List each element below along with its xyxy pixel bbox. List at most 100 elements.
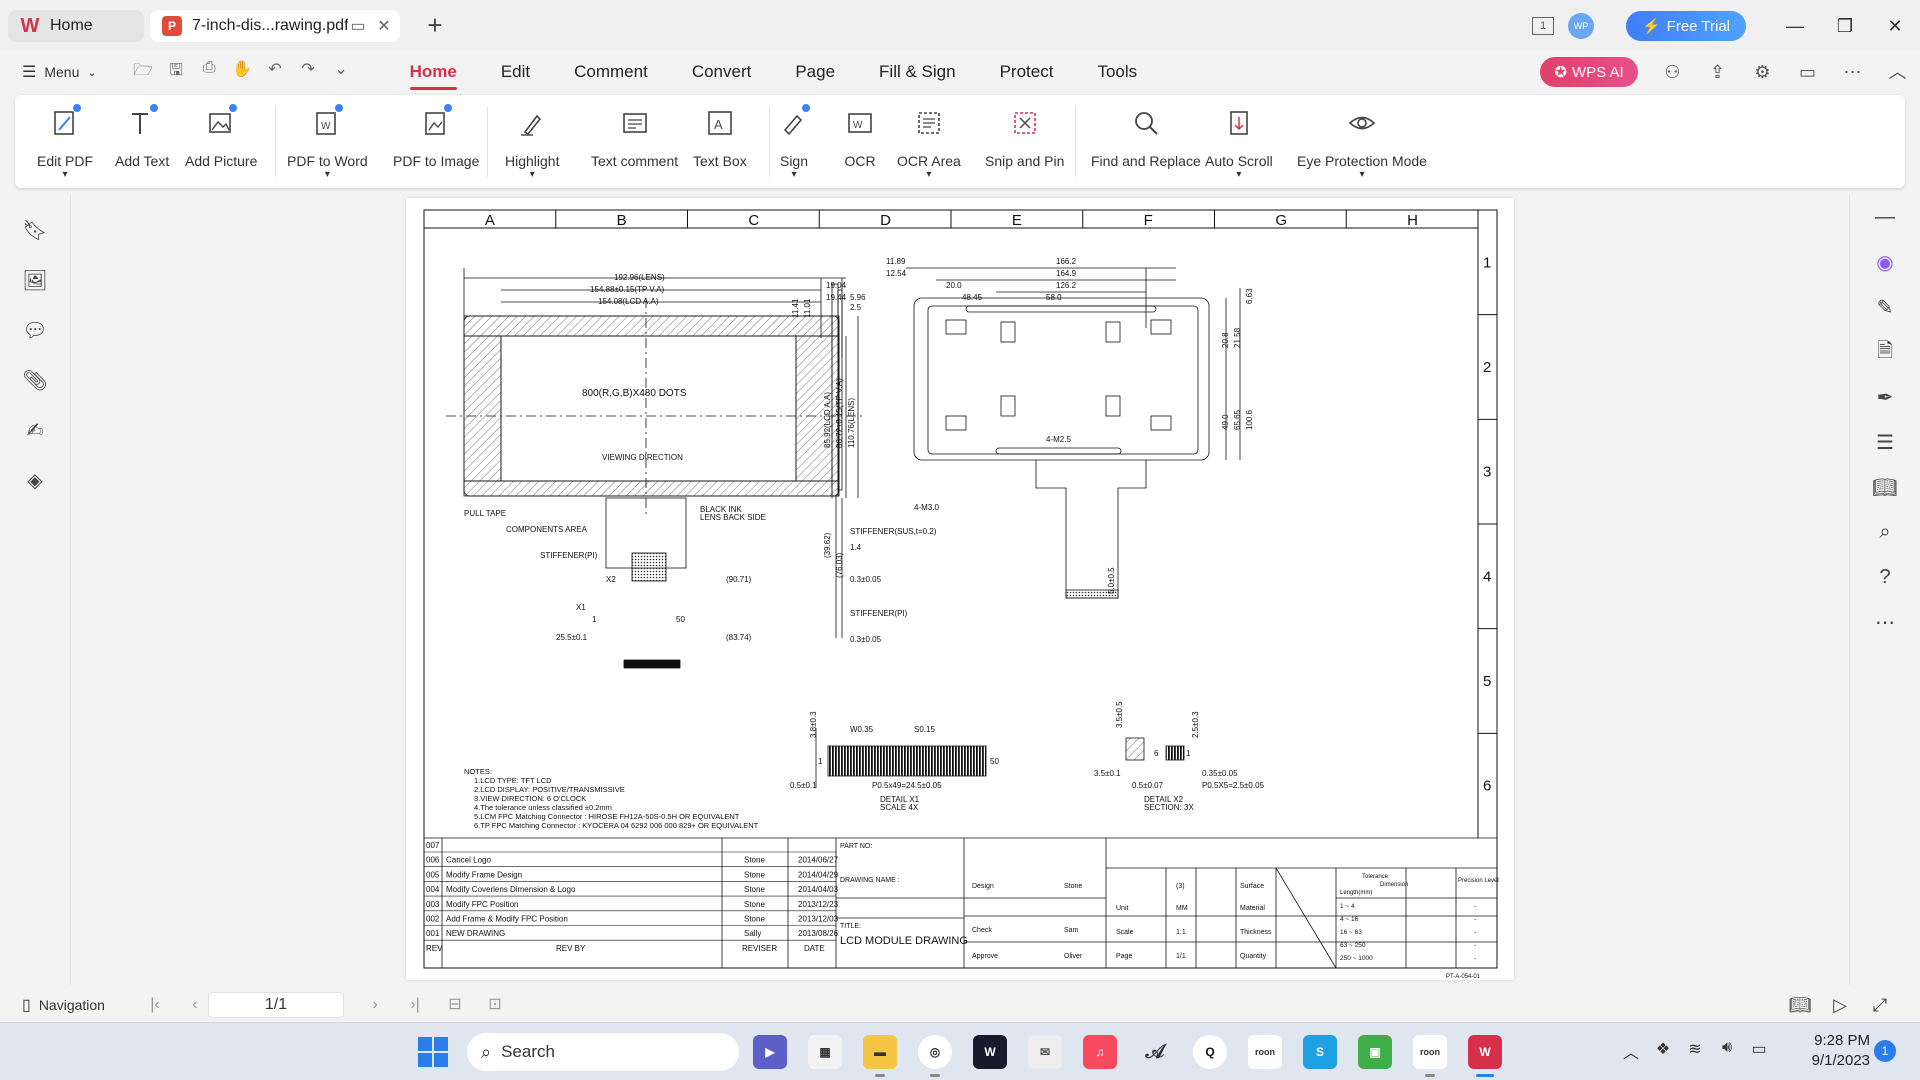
pull-tape-label: PULL TAPE <box>464 509 506 518</box>
play-icon[interactable]: ▷ <box>1820 992 1860 1018</box>
last-page-icon[interactable]: ›| <box>395 992 435 1018</box>
text-box-button[interactable]: A Text Box <box>693 105 747 185</box>
menu-button[interactable]: ☰ Menu ⌄ <box>22 62 97 82</box>
hand-tool-icon[interactable]: ✋ <box>226 59 259 86</box>
new-tab-button[interactable]: + <box>420 12 450 38</box>
export-icon[interactable]: ⇪ <box>1695 57 1740 87</box>
tab-tools[interactable]: Tools <box>1075 52 1159 92</box>
battery-icon[interactable]: ▭ <box>1743 1039 1775 1063</box>
detail-x1 <box>815 728 987 788</box>
tab-home-ribbon[interactable]: Home <box>388 52 479 92</box>
snip-pin-button[interactable]: Snip and Pin <box>985 105 1064 185</box>
collapse-dash-icon[interactable]: — <box>1850 195 1920 240</box>
tab-convert[interactable]: Convert <box>670 52 774 92</box>
close-window-button[interactable]: ✕ <box>1870 16 1920 37</box>
free-trial-button[interactable]: ⚡ Free Trial <box>1626 11 1746 41</box>
wps-taskbar-icon[interactable]: W <box>1468 1035 1502 1077</box>
eye-protection-button[interactable]: Eye Protection Mode ▾ <box>1297 105 1427 185</box>
wifi-icon[interactable]: ≋ <box>1679 1039 1711 1063</box>
app-green-icon[interactable]: ▣ <box>1358 1035 1392 1069</box>
attachment-icon[interactable]: 📎︎ <box>0 355 70 405</box>
pdf-to-image-button[interactable]: PDF to Image <box>393 103 479 185</box>
edit-note-icon[interactable]: ✎ <box>1850 285 1920 330</box>
tab-fill-sign[interactable]: Fill & Sign <box>857 52 978 92</box>
windows-start-icon[interactable] <box>418 1037 448 1067</box>
first-page-icon[interactable]: |‹ <box>135 996 175 1014</box>
tab-edit[interactable]: Edit <box>479 52 552 92</box>
dropbox-icon[interactable]: ❖ <box>1647 1039 1679 1063</box>
collapse-ribbon-icon[interactable]: ︿ <box>1875 57 1920 87</box>
avatar[interactable]: WP <box>1568 13 1594 39</box>
comment-icon[interactable]: 💬︎ <box>0 305 70 355</box>
open-folder-icon[interactable]: 🗁 <box>127 59 160 86</box>
add-text-button[interactable]: Add Text <box>115 103 169 185</box>
share-user-icon[interactable]: ⚇ <box>1650 57 1695 87</box>
outline-icon[interactable]: ☰ <box>1850 420 1920 465</box>
add-picture-button[interactable]: Add Picture <box>185 103 257 185</box>
app-s-icon[interactable]: S <box>1303 1035 1337 1069</box>
monitor-icon[interactable]: ▭ <box>348 16 368 36</box>
more-dots-icon[interactable]: ⋯ <box>1850 600 1920 645</box>
bookmark-icon[interactable]: 🔖︎ <box>0 205 70 255</box>
qobuz-icon[interactable]: Q <box>1193 1035 1227 1069</box>
pen-sign-icon[interactable]: ✒︎ <box>1850 375 1920 420</box>
music-icon[interactable]: ♫ <box>1083 1035 1117 1069</box>
meet-icon[interactable]: ▶ <box>753 1035 787 1069</box>
page-count-icon[interactable]: 1 <box>1528 11 1558 41</box>
help-icon[interactable]: ? <box>1850 555 1920 600</box>
undo-icon[interactable]: ↶ <box>259 59 292 86</box>
save-icon[interactable]: 🖫 <box>160 59 193 86</box>
page-number-input[interactable]: 1/1 <box>208 992 344 1018</box>
text-comment-button[interactable]: Text comment <box>591 105 678 185</box>
ocr-area-button[interactable]: OCR Area ▾ <box>897 105 961 185</box>
taskbar-search[interactable]: ⌕ Search <box>467 1033 739 1071</box>
document-icon[interactable]: 🗎︎ <box>1850 330 1920 375</box>
reading-mode-icon[interactable]: 📖︎ <box>1780 992 1820 1018</box>
find-replace-button[interactable]: Find and Replace <box>1091 105 1201 185</box>
close-tab-icon[interactable]: ✕ <box>374 16 394 36</box>
more-icon[interactable]: ⋯ <box>1830 57 1875 87</box>
chevron-up-icon[interactable]: ︿ <box>1615 1039 1647 1063</box>
print-icon[interactable]: ⎙ <box>193 59 226 86</box>
file-explorer-icon[interactable]: ▬ <box>863 1035 897 1077</box>
customize-dropdown-icon[interactable]: ⌄ <box>325 59 358 86</box>
highlight-button[interactable]: Highlight ▾ <box>505 105 559 185</box>
navigation-button[interactable]: ▯ Navigation <box>22 995 105 1015</box>
volume-icon[interactable]: 🔊︎ <box>1711 1039 1743 1063</box>
auto-scroll-button[interactable]: Auto Scroll ▾ <box>1205 105 1273 185</box>
gear-icon[interactable]: ⚙ <box>1740 57 1785 87</box>
tab-page[interactable]: Page <box>773 52 857 92</box>
next-page-icon[interactable]: › <box>355 992 395 1018</box>
tab-protect[interactable]: Protect <box>978 52 1076 92</box>
pen-app-icon[interactable]: 𝒜 <box>1138 1035 1172 1069</box>
search-icon[interactable]: ⌕ <box>1850 510 1920 555</box>
wps-ai-button[interactable]: ✪ WPS AI <box>1540 57 1638 87</box>
clock[interactable]: 9:28 PM 9/1/2023 <box>1795 1031 1870 1071</box>
ai-eye-icon[interactable]: ◉ <box>1850 240 1920 285</box>
store-icon[interactable]: ▦ <box>808 1035 842 1069</box>
tab-comment[interactable]: Comment <box>552 52 670 92</box>
notification-badge[interactable]: 1 <box>1874 1040 1896 1062</box>
ocr-button[interactable]: W OCR <box>843 105 877 185</box>
book-icon[interactable]: 📖︎ <box>1850 465 1920 510</box>
edit-pdf-button[interactable]: Edit PDF ▾ <box>37 103 93 185</box>
fullscreen-icon[interactable]: ⤢ <box>1860 992 1900 1018</box>
layers-icon[interactable]: ◈ <box>0 455 70 505</box>
tab-document[interactable]: P 7-inch-dis...rawing.pdf ▭ ✕ <box>150 10 400 42</box>
comment-panel-icon[interactable]: ▭ <box>1785 57 1830 87</box>
tab-home[interactable]: W Home <box>8 10 144 42</box>
fit-width-icon[interactable]: ⊡ <box>475 992 515 1018</box>
mail-icon[interactable]: ✉ <box>1028 1035 1062 1069</box>
roon-remote-icon[interactable]: roon <box>1413 1035 1447 1077</box>
sign-button[interactable]: Sign ▾ <box>777 103 811 185</box>
pdf-to-word-button[interactable]: W PDF to Word ▾ <box>287 103 368 185</box>
maximize-button[interactable]: ❐ <box>1820 16 1870 37</box>
fit-page-icon[interactable]: ⊟ <box>435 992 475 1018</box>
signature-icon[interactable]: ✍︎ <box>0 405 70 455</box>
redo-icon[interactable]: ↷ <box>292 59 325 86</box>
roon-icon[interactable]: roon <box>1248 1035 1282 1069</box>
minimize-button[interactable]: — <box>1770 16 1820 37</box>
app-w-icon[interactable]: W <box>973 1035 1007 1069</box>
chrome-icon[interactable]: ◎ <box>918 1035 952 1077</box>
thumbnail-icon[interactable]: 🖼︎ <box>0 255 70 305</box>
